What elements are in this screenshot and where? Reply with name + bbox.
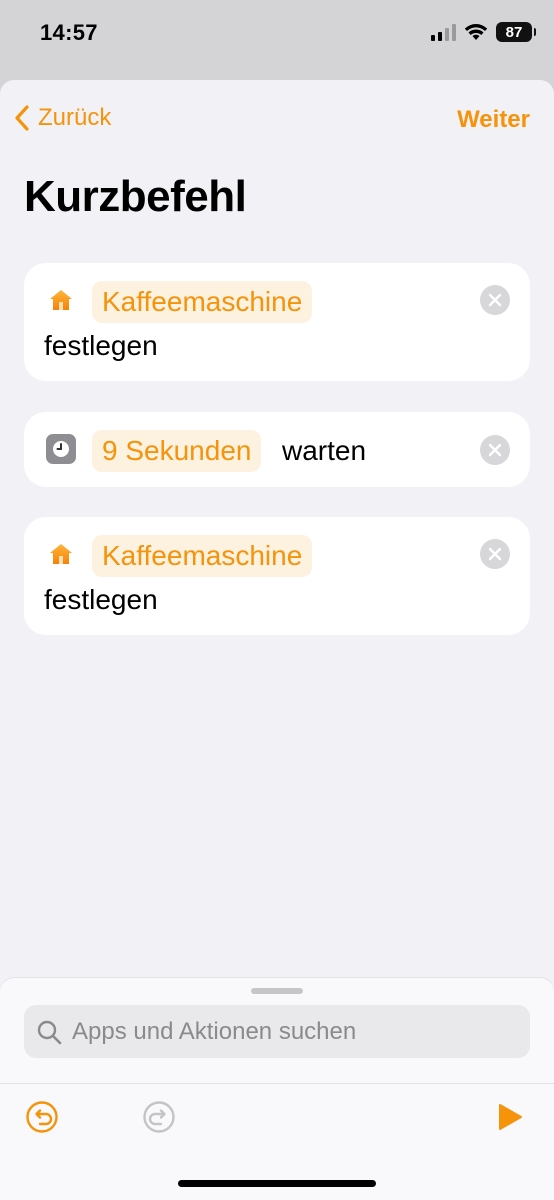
status-time: 14:57 [40, 20, 98, 45]
home-indicator [178, 1180, 376, 1187]
action-card[interactable]: 9 Sekunden warten [24, 412, 530, 487]
close-icon [488, 547, 502, 561]
clock-icon [46, 434, 76, 464]
remove-action-button[interactable] [480, 435, 510, 465]
action-card[interactable]: Kaffeemaschine festlegen [24, 263, 530, 381]
toolbar-divider [0, 1083, 554, 1084]
chevron-left-icon [15, 105, 29, 131]
device-token[interactable]: Kaffeemaschine [92, 281, 313, 323]
battery-icon: 87 [496, 22, 536, 42]
sheet-grabber[interactable] [251, 988, 303, 994]
close-icon [488, 293, 502, 307]
run-shortcut-button[interactable] [494, 1100, 526, 1134]
device-token[interactable]: Kaffeemaschine [92, 535, 313, 577]
undo-icon [26, 1101, 58, 1133]
home-icon [46, 539, 76, 569]
status-bar: 14:57 87 [0, 0, 554, 80]
cellular-signal-icon [431, 23, 456, 41]
search-placeholder: Apps und Aktionen suchen [72, 1017, 357, 1045]
undo-button[interactable] [24, 1099, 60, 1135]
redo-icon [143, 1101, 175, 1133]
action-text: festlegen [44, 584, 158, 615]
back-label: Zurück [38, 104, 112, 131]
close-icon [488, 443, 502, 457]
search-input[interactable]: Apps und Aktionen suchen [24, 1005, 530, 1058]
status-icons: 87 [431, 22, 536, 42]
wifi-icon [464, 24, 488, 40]
action-card[interactable]: Kaffeemaschine festlegen [24, 517, 530, 635]
redo-button[interactable] [141, 1099, 177, 1135]
home-icon [46, 285, 76, 315]
remove-action-button[interactable] [480, 285, 510, 315]
play-icon [499, 1104, 522, 1130]
duration-token[interactable]: 9 Sekunden [92, 430, 262, 472]
search-icon [37, 1020, 62, 1044]
remove-action-button[interactable] [480, 539, 510, 569]
back-button[interactable]: Zurück [14, 104, 111, 132]
action-text: warten [282, 435, 367, 466]
battery-level: 87 [505, 23, 523, 41]
next-button[interactable]: Weiter [457, 106, 530, 134]
action-text: festlegen [44, 330, 158, 361]
page-title: Kurzbefehl [24, 172, 247, 221]
